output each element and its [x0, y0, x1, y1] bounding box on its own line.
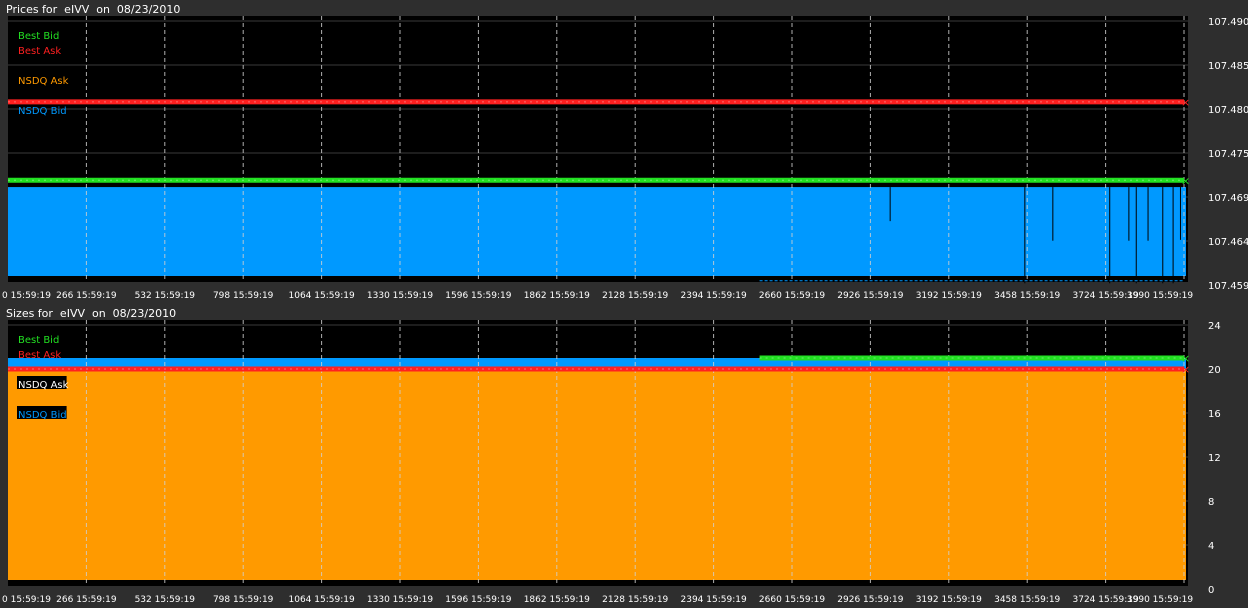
- x-tick-label: 2394 15:59:19: [681, 291, 747, 301]
- y-tick-label: 107.459: [1208, 281, 1248, 292]
- x-tick-label: 2394 15:59:19: [681, 595, 747, 605]
- prices-panel: × × 107.490 107.485 107.480 107.475 107.469 107…: [0, 0, 1248, 304]
- x-tick-label: 3192 15:59:19: [916, 291, 982, 301]
- x-tick-label: 1064 15:59:19: [289, 291, 355, 301]
- x-tick-label: 1862 15:59:19: [524, 291, 590, 301]
- x-tick-label: 2128 15:59:19: [602, 291, 668, 301]
- x-tick-label: 3458 15:59:19: [994, 595, 1060, 605]
- series-nsdq-bid-area: [8, 187, 1186, 276]
- x-tick-label: 798 15:59:19: [213, 595, 274, 605]
- x-tick-label: 3990 15:59:19: [1127, 595, 1193, 605]
- x-tick-label: 266 15:59:19: [56, 595, 117, 605]
- prices-chart-title: Prices for eIVV on 08/23/2010: [6, 3, 181, 16]
- x-tick-label: 1862 15:59:19: [524, 595, 590, 605]
- prices-chart: × × 107.490 107.485 107.480 107.475 107.469 107…: [2, 16, 1248, 301]
- x-tick-label: 1596 15:59:19: [445, 595, 511, 605]
- series-best-bid-line-end-marker: ×: [1181, 174, 1190, 187]
- x-tick-label: 0 15:59:19: [2, 291, 51, 301]
- x-tick-label: 798 15:59:19: [213, 291, 274, 301]
- sizes-chart: ××242016128400 15:59:19 266 15:59:19 532 1…: [2, 320, 1221, 605]
- x-tick-label: 3458 15:59:19: [994, 291, 1060, 301]
- y-tick-label: 0: [1208, 585, 1214, 596]
- x-tick-label: 0 15:59:19: [2, 595, 51, 605]
- y-tick-label: 4: [1208, 541, 1214, 552]
- x-tick-label: 2926 15:59:19: [837, 291, 903, 301]
- y-tick-label: 24: [1208, 321, 1221, 332]
- y-tick-label: 107.480: [1208, 105, 1248, 116]
- x-tick-label: 532 15:59:19: [135, 595, 196, 605]
- y-tick-label: 107.490: [1208, 17, 1248, 28]
- x-tick-label: 532 15:59:19: [135, 291, 196, 301]
- legend-entry-nsdq-ask: NSDQ Ask: [18, 76, 69, 87]
- x-tick-label: 2660 15:59:19: [759, 291, 825, 301]
- legend-entry-best-bid: Best Bid: [18, 335, 59, 346]
- legend-entry-nsdq-ask: NSDQ Ask: [18, 380, 69, 391]
- y-tick-label: 20: [1208, 365, 1221, 376]
- series-best-bid-line-end-marker: ×: [1181, 352, 1190, 365]
- legend-entry-best-ask: Best Ask: [18, 46, 61, 57]
- legend-entry-best-ask: Best Ask: [18, 350, 61, 361]
- legend-entry-nsdq-bid: NSDQ Bid: [18, 410, 67, 421]
- series-nsdq-ask-area: [8, 369, 1186, 580]
- y-tick-label: 107.485: [1208, 61, 1248, 72]
- legend-entry-nsdq-bid: NSDQ Bid: [18, 106, 67, 117]
- sizes-panel: × × 24 20 16 12 8 4 0 0 15:59:19 266 15:59:19 532 1…: [0, 304, 1248, 608]
- series-best-ask-line-end-marker: ×: [1181, 96, 1190, 109]
- y-tick-label: 16: [1208, 409, 1221, 420]
- x-tick-label: 2926 15:59:19: [837, 595, 903, 605]
- y-tick-label: 107.464: [1208, 237, 1248, 248]
- x-tick-label: 3192 15:59:19: [916, 595, 982, 605]
- x-tick-label: 3990 15:59:19: [1127, 291, 1193, 301]
- x-tick-label: 1330 15:59:19: [367, 595, 433, 605]
- x-tick-label: 1064 15:59:19: [289, 595, 355, 605]
- y-tick-label: 12: [1208, 453, 1221, 464]
- y-tick-label: 107.475: [1208, 149, 1248, 160]
- y-tick-label: 107.469: [1208, 193, 1248, 204]
- legend-entry-best-bid: Best Bid: [18, 31, 59, 42]
- x-tick-label: 2128 15:59:19: [602, 595, 668, 605]
- x-tick-label: 1330 15:59:19: [367, 291, 433, 301]
- sizes-chart-title: Sizes for eIVV on 08/23/2010: [6, 307, 177, 320]
- x-tick-label: 2660 15:59:19: [759, 595, 825, 605]
- x-tick-label: 1596 15:59:19: [445, 291, 511, 301]
- y-tick-label: 8: [1208, 497, 1214, 508]
- x-tick-label: 266 15:59:19: [56, 291, 117, 301]
